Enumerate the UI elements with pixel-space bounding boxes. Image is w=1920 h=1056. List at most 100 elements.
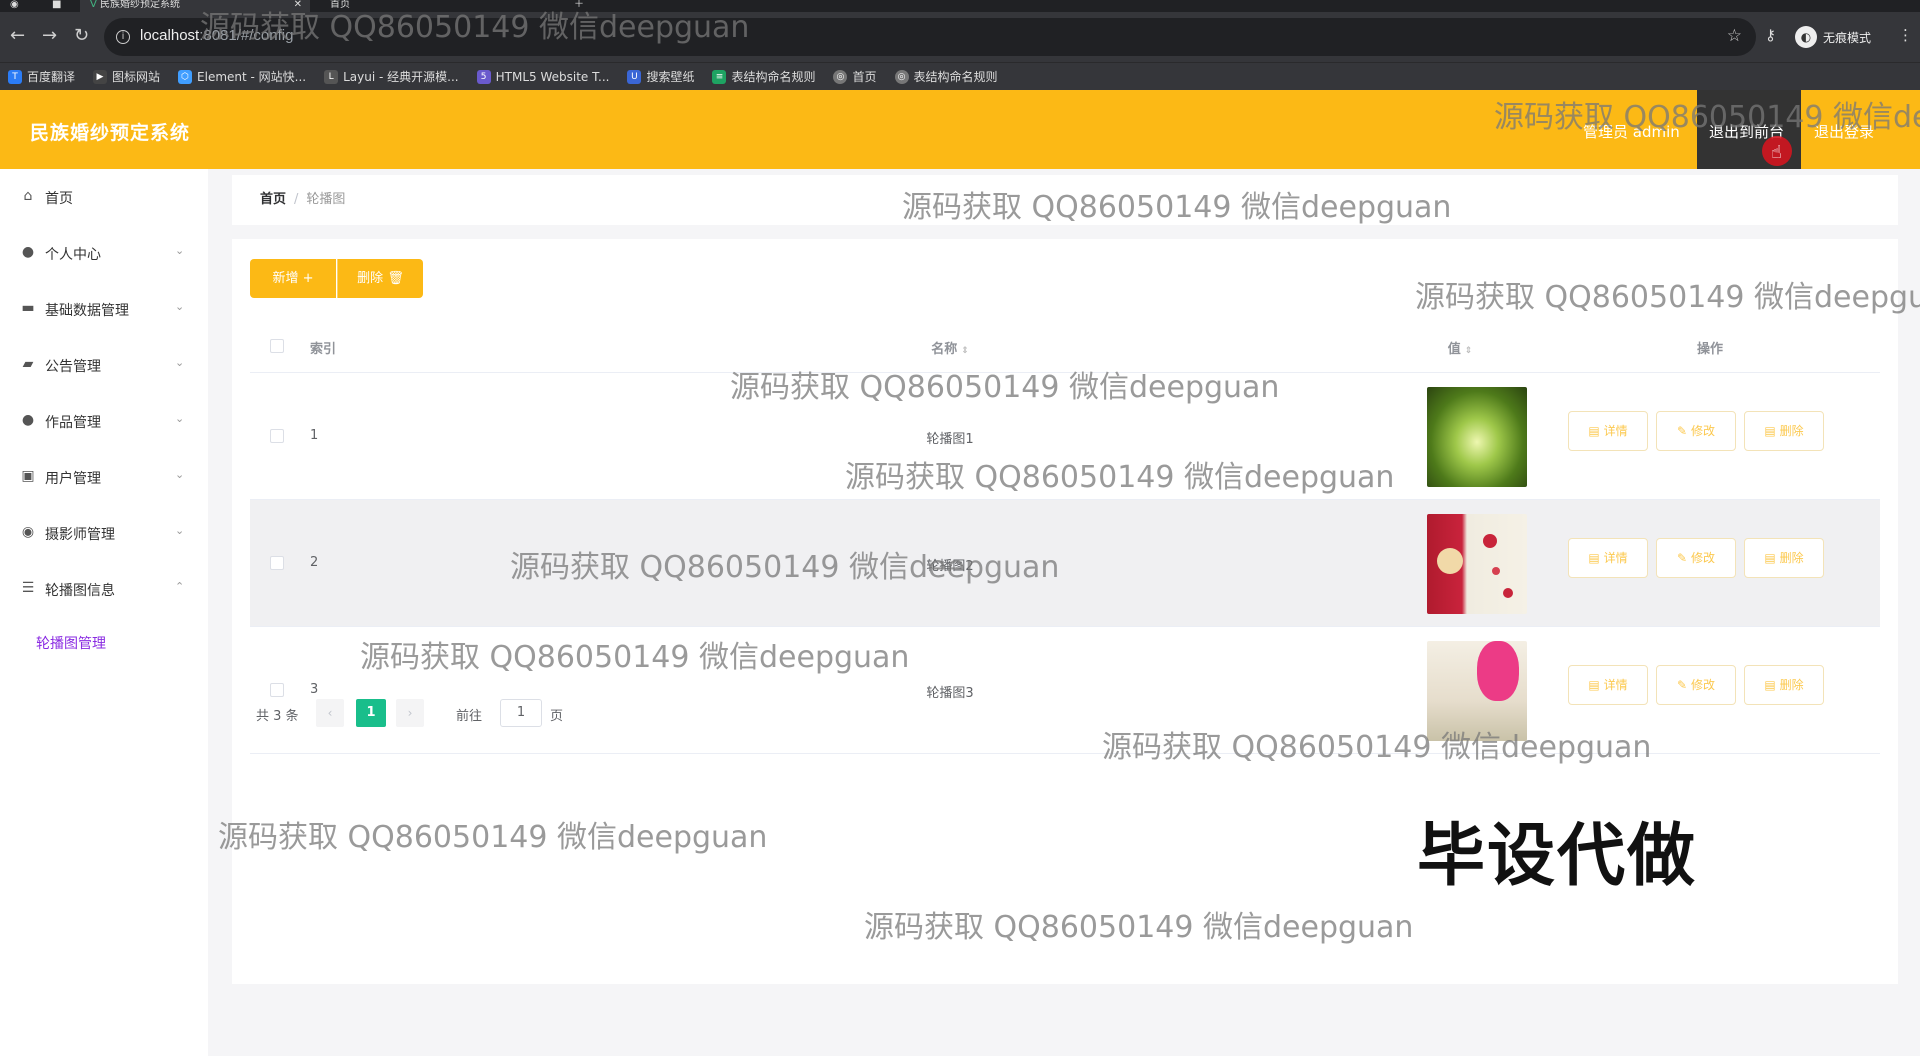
admin-label: 管理员 admin (1583, 123, 1680, 141)
bookmark-item[interactable]: ◎ 表结构命名规则 (894, 68, 998, 85)
delete-button[interactable]: ▤ 删除 (1744, 538, 1824, 578)
plus-icon: + (302, 271, 314, 286)
detail-button[interactable]: ▤ 详情 (1568, 665, 1648, 705)
delete-button[interactable]: ▤ 删除 (1744, 411, 1824, 451)
col-header-value[interactable]: 值 ⇕ (1380, 338, 1540, 357)
bookmark-icon: ⬡ (178, 69, 193, 84)
delete-button-label: 删除 (357, 271, 384, 286)
sidebar-item-label: 公告管理 (45, 359, 101, 375)
user-icon: ● (21, 412, 35, 428)
logout-button[interactable]: 退出登录 (1814, 121, 1874, 142)
incognito-icon: ◐ (1795, 26, 1817, 48)
sidebar-item-photographers[interactable]: ◉ 摄影师管理 ⌄ (0, 512, 208, 552)
sidebar-item-label: 轮播图信息 (45, 583, 115, 599)
carousel-image-thumbnail[interactable] (1427, 514, 1527, 614)
delete-button[interactable]: ▤ 删除 (1744, 665, 1824, 705)
tab-home[interactable]: 首页 (330, 0, 350, 12)
page-number-button[interactable]: 1 (356, 699, 386, 727)
list-icon: ☰ (21, 580, 35, 596)
table-header: 索引 名称 ⇕ 值 ⇕ 操作 (250, 319, 1880, 373)
bookmark-item[interactable]: 5 HTML5 Website T... (476, 69, 609, 84)
carousel-image-thumbnail[interactable] (1427, 387, 1527, 487)
breadcrumb-current: 轮播图 (306, 192, 346, 207)
sidebar-item-carousel[interactable]: ☰ 轮播图信息 ⌃ (0, 568, 208, 608)
row-checkbox[interactable] (270, 556, 284, 570)
select-all-checkbox[interactable] (270, 339, 284, 353)
url-text: localhost:8081/#/config (140, 27, 294, 44)
bookmark-item[interactable]: ⬡ Element - 网站快... (178, 68, 306, 85)
bookmark-item[interactable]: T 百度翻译 (8, 68, 75, 85)
page-jump-input[interactable]: 1 (500, 699, 542, 727)
bookmark-item[interactable]: ≡ 表结构命名规则 (712, 68, 815, 85)
address-bar[interactable]: i localhost:8081/#/config ☆ (104, 18, 1756, 56)
promo-watermark: 毕设代做 (1417, 817, 1698, 896)
star-icon[interactable]: ☆ (1727, 26, 1742, 46)
add-button[interactable]: 新增 + (250, 259, 336, 298)
trash-icon: ▤ (1764, 551, 1776, 565)
app-header: 民族婚纱预定系统 管理员 admin 退出到前台 退出登录 (0, 90, 1920, 169)
bookmark-icon: U (627, 69, 642, 84)
prev-page-button[interactable]: ‹ (316, 699, 344, 727)
info-icon[interactable]: i (116, 30, 130, 44)
sidebar-subitem-carousel-manage[interactable]: 轮播图管理 (0, 621, 208, 661)
col-header-ops: 操作 (1696, 342, 1723, 357)
sidebar: ⌂ 首页 ● 个人中心 ⌄ ▬ 基础数据管理 ⌄ ▰ 公告管理 ⌄ ● 作品管理… (0, 169, 208, 1056)
close-icon[interactable]: ✕ (294, 0, 302, 10)
tab-active[interactable]: V 民族婚纱预定系统 ✕ (80, 0, 310, 12)
reload-icon[interactable]: ↻ (74, 26, 89, 46)
key-icon[interactable]: ⚷ (1765, 26, 1776, 44)
carousel-image-thumbnail[interactable] (1427, 641, 1527, 741)
sidebar-item-basic-data[interactable]: ▬ 基础数据管理 ⌄ (0, 288, 208, 328)
data-table: 索引 名称 ⇕ 值 ⇕ 操作 1 轮播图1 ▤ 详情 ✎ 修改 ▤ 删除 2 轮播图… (250, 319, 1880, 754)
chevron-down-icon: ⌄ (175, 356, 185, 369)
sidebar-item-users[interactable]: ▣ 用户管理 ⌄ (0, 456, 208, 496)
row-checkbox[interactable] (270, 429, 284, 443)
bookmarks-bar: T 百度翻译 ▶ 图标网站 ⬡ Element - 网站快... L Layui - 经… (0, 62, 1920, 90)
detail-button[interactable]: ▤ 详情 (1568, 538, 1648, 578)
breadcrumb: 首页 / 轮播图 (232, 175, 1898, 225)
row-name: 轮播图2 (926, 559, 974, 574)
col-header-name[interactable]: 名称 ⇕ (820, 338, 1080, 357)
document-icon: ▤ (1588, 424, 1600, 438)
new-tab-icon[interactable]: ＋ (574, 0, 584, 12)
forward-icon[interactable]: → (42, 26, 57, 46)
sidebar-item-profile[interactable]: ● 个人中心 ⌄ (0, 232, 208, 272)
breadcrumb-separator: / (294, 192, 299, 207)
back-icon[interactable]: ← (10, 26, 25, 46)
edit-button[interactable]: ✎ 修改 (1656, 538, 1736, 578)
bookmark-item[interactable]: ◎ 首页 (833, 68, 877, 85)
bookmark-icon: L (324, 69, 339, 84)
sidebar-item-works[interactable]: ● 作品管理 ⌄ (0, 400, 208, 440)
sidebar-item-label: 个人中心 (45, 247, 101, 263)
sidebar-item-notice[interactable]: ▰ 公告管理 ⌄ (0, 344, 208, 384)
breadcrumb-home[interactable]: 首页 (260, 192, 286, 207)
bookmark-icon: 5 (476, 69, 491, 84)
edit-button[interactable]: ✎ 修改 (1656, 665, 1736, 705)
browser-tab-bar: ◉ ■ V 民族婚纱预定系统 ✕ 首页 ＋ (0, 0, 1920, 12)
incognito-badge[interactable]: ◐ 无痕模式 (1795, 25, 1871, 49)
bookmark-item[interactable]: U 搜索壁纸 (627, 68, 694, 85)
sidebar-item-home[interactable]: ⌂ 首页 (0, 176, 208, 216)
detail-button[interactable]: ▤ 详情 (1568, 411, 1648, 451)
batch-delete-button[interactable]: 删除 🗑 (337, 259, 423, 298)
bookmark-item[interactable]: L Layui - 经典开源模... (324, 68, 459, 85)
sidebar-item-label: 首页 (45, 191, 73, 207)
bookmark-item[interactable]: ▶ 图标网站 (93, 68, 160, 85)
table-row: 3 轮播图3 ▤ 详情 ✎ 修改 ▤ 删除 (250, 627, 1880, 754)
row-index: 2 (310, 555, 319, 570)
next-page-button[interactable]: › (396, 699, 424, 727)
sort-icon: ⇕ (1464, 346, 1473, 356)
row-checkbox[interactable] (270, 683, 284, 697)
add-button-label: 新增 (272, 271, 299, 286)
main-content: 首页 / 轮播图 新增 + 删除 🗑 索引 名称 ⇕ 值 ⇕ 操作 1 轮播图1 ▤ 详… (208, 169, 1920, 1056)
trash-icon: ▤ (1764, 424, 1776, 438)
user-icon: ● (21, 244, 35, 260)
chevron-down-icon: ⌄ (175, 468, 185, 481)
menu-icon[interactable]: ⋮ (1898, 26, 1913, 44)
trash-icon: ▤ (1764, 678, 1776, 692)
edit-button[interactable]: ✎ 修改 (1656, 411, 1736, 451)
chevron-down-icon: ⌄ (175, 244, 185, 257)
sidebar-item-label: 基础数据管理 (45, 303, 129, 319)
sidebar-subitem-label: 轮播图管理 (36, 636, 106, 652)
table-row: 1 轮播图1 ▤ 详情 ✎ 修改 ▤ 删除 (250, 373, 1880, 500)
